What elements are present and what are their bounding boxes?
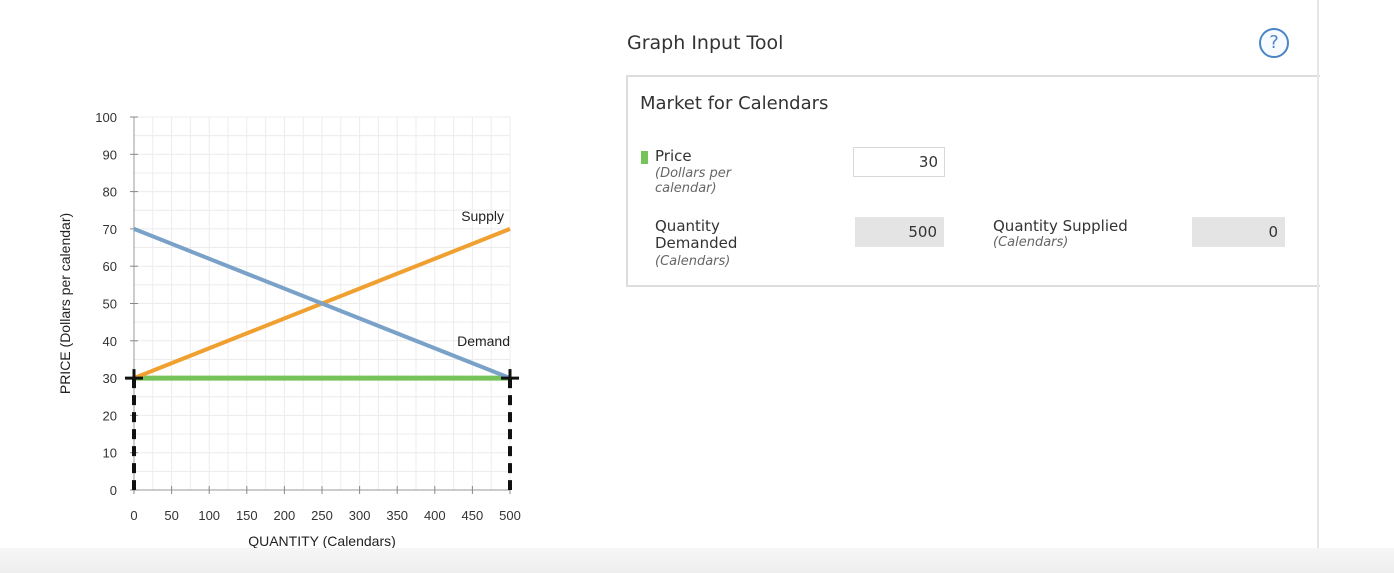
y-axis-label: PRICE (Dollars per calendar) (57, 213, 73, 394)
price-input[interactable]: 30 (853, 147, 945, 177)
x-tick-label: 500 (499, 508, 521, 523)
demand-label: Demand (457, 333, 510, 349)
price-unit-line-2: calendar) (655, 181, 717, 196)
bottom-fade (0, 548, 1394, 573)
chart-ticks: 0 10 20 30 40 50 60 70 80 90 100 0 50 100 150 200 250 300… (95, 110, 521, 523)
quantity-supplied-value: 0 (1192, 217, 1285, 247)
y-tick-label: 100 (95, 110, 117, 125)
y-tick-label: 40 (103, 334, 117, 349)
x-tick-label: 350 (386, 508, 408, 523)
y-tick-label: 80 (103, 185, 117, 200)
x-tick-label: 100 (198, 508, 220, 523)
x-tick-label: 400 (424, 508, 446, 523)
page: 0 10 20 30 40 50 60 70 80 90 100 0 50 100 150 200 250 300… (0, 0, 1394, 573)
supply-demand-chart[interactable]: 0 10 20 30 40 50 60 70 80 90 100 0 50 100 150 200 250 300… (0, 0, 620, 560)
y-tick-label: 10 (103, 446, 117, 461)
panel-title: Market for Calendars (640, 93, 829, 114)
x-tick-label: 250 (311, 508, 333, 523)
supply-label: Supply (461, 208, 504, 224)
y-tick-label: 60 (103, 259, 117, 274)
x-tick-label: 150 (236, 508, 258, 523)
x-tick-label: 200 (274, 508, 296, 523)
x-tick-label: 450 (462, 508, 484, 523)
price-unit-line-1: (Dollars per (655, 166, 732, 181)
quantity-demanded-label-1: Quantity (655, 217, 720, 235)
y-tick-label: 70 (103, 222, 117, 237)
quantity-demanded-value: 500 (855, 217, 944, 247)
x-tick-label: 300 (349, 508, 371, 523)
y-tick-label: 50 (103, 297, 117, 312)
y-tick-label: 20 (103, 408, 117, 423)
graph-input-tool-title: Graph Input Tool (627, 32, 784, 54)
x-tick-label: 0 (130, 508, 137, 523)
y-tick-label: 0 (110, 483, 117, 498)
y-tick-label: 30 (103, 371, 117, 386)
price-label: Price (655, 147, 692, 165)
price-color-swatch (641, 151, 648, 164)
quantity-supplied-label: Quantity Supplied (993, 217, 1128, 235)
right-divider (1317, 0, 1319, 560)
x-axis-label: QUANTITY (Calendars) (248, 533, 396, 549)
help-icon[interactable]: ? (1259, 28, 1289, 58)
y-tick-label: 90 (103, 147, 117, 162)
quantity-demanded-unit: (Calendars) (655, 254, 731, 269)
quantity-supplied-unit: (Calendars) (993, 235, 1069, 250)
quantity-demanded-label-2: Demanded (655, 234, 738, 252)
x-tick-label: 50 (164, 508, 178, 523)
